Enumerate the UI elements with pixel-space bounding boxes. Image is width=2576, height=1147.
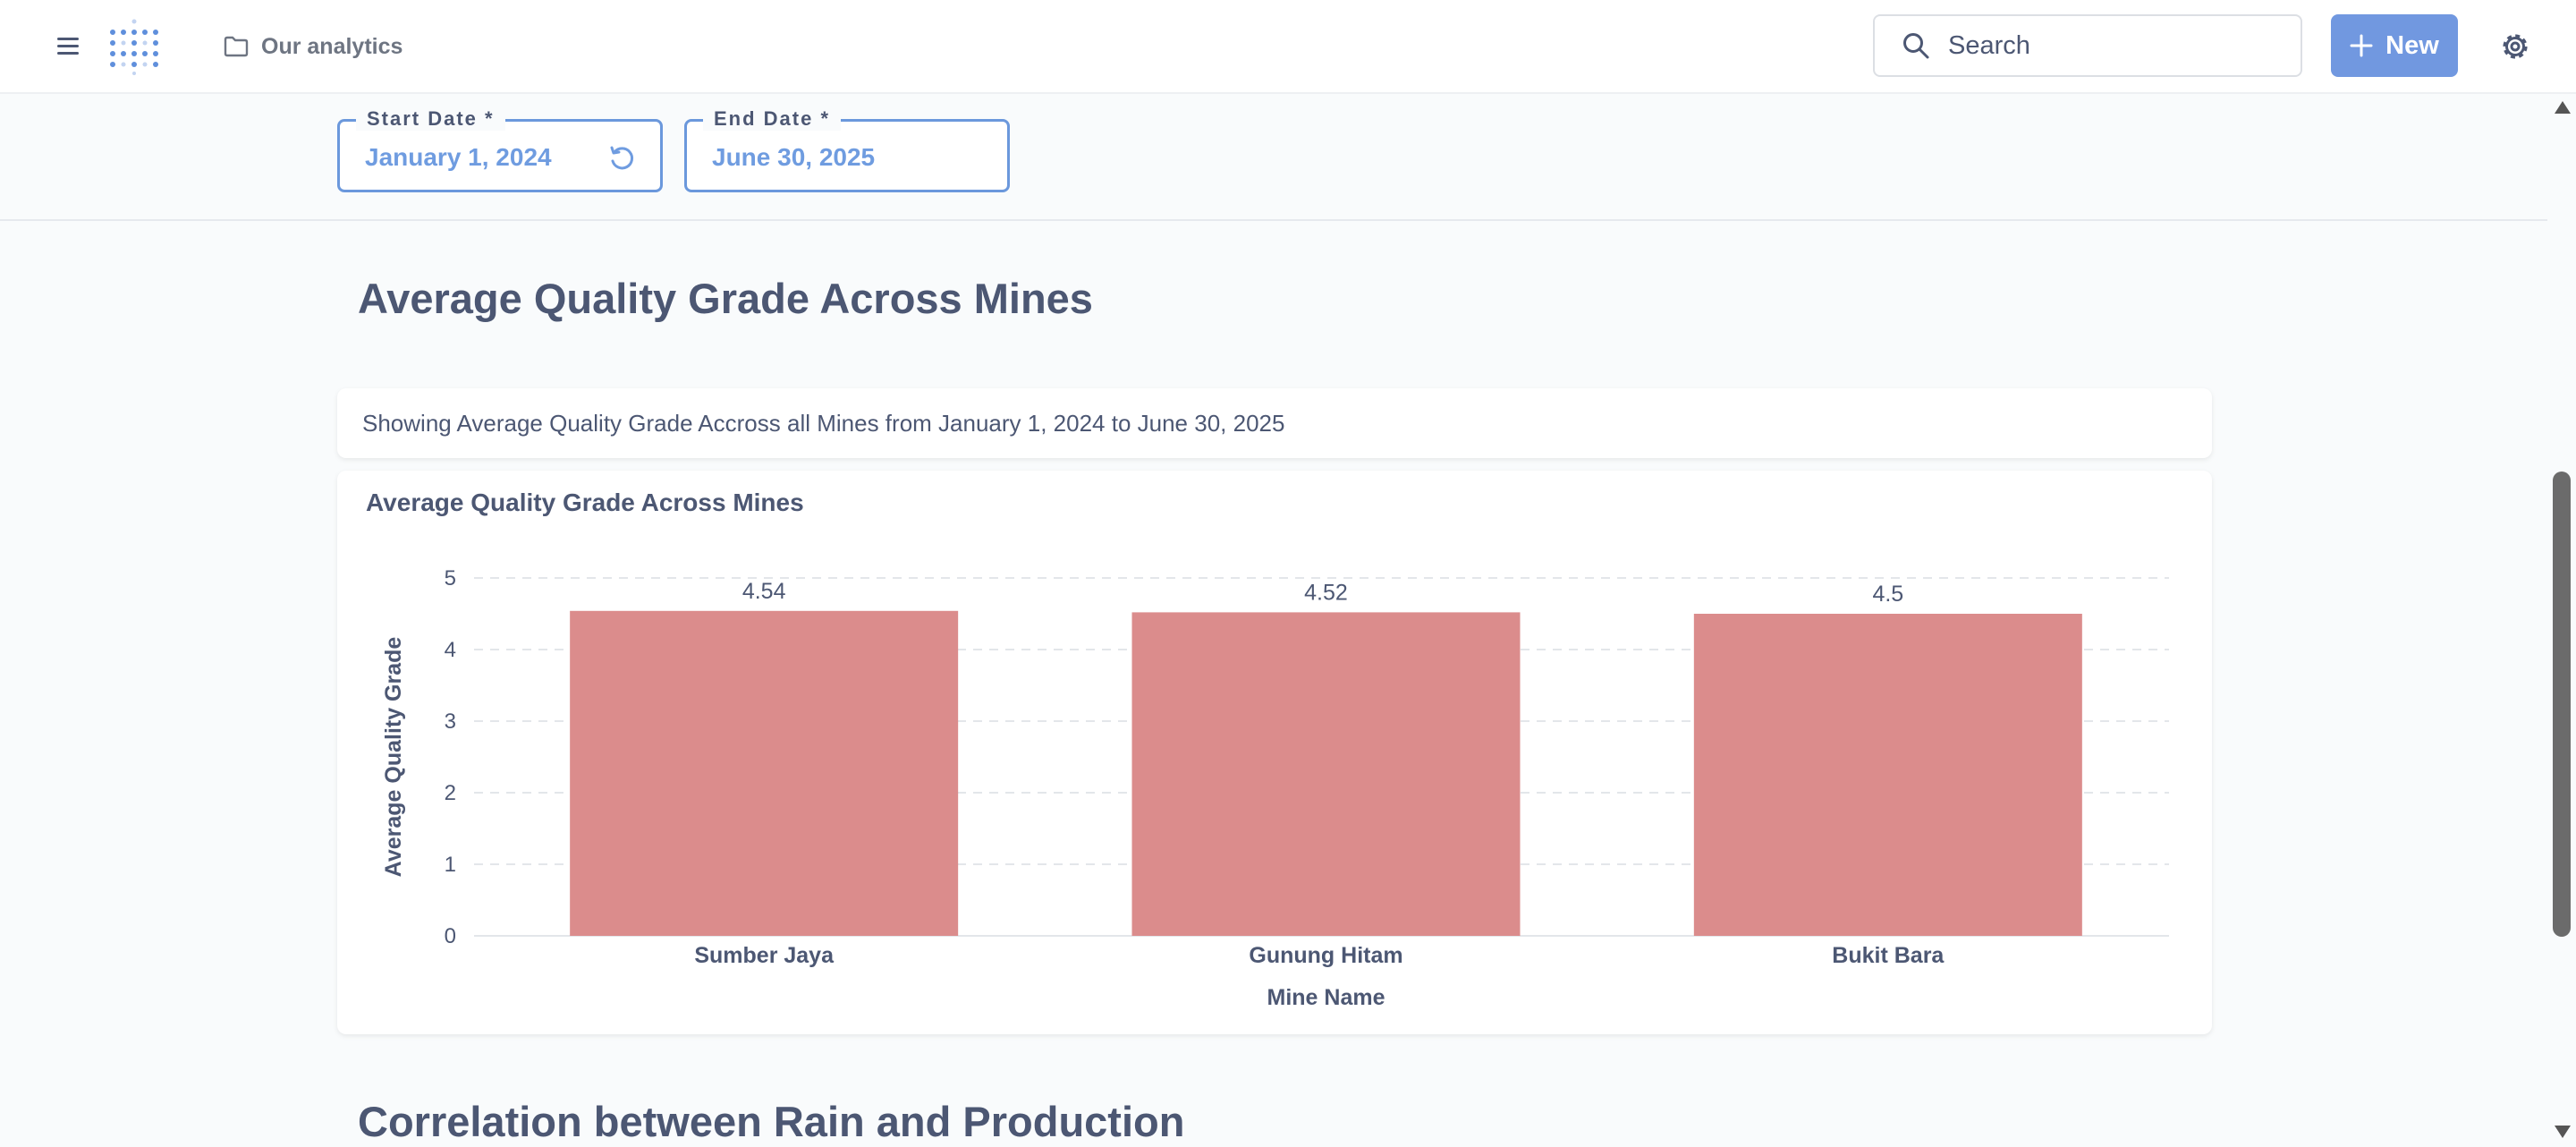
new-button[interactable]: New xyxy=(2331,14,2458,77)
plus-icon xyxy=(2350,34,2373,57)
data-label: 4.52 xyxy=(1304,580,1348,605)
gear-icon[interactable] xyxy=(2497,29,2533,64)
y-tick-label: 0 xyxy=(445,924,456,948)
new-button-label: New xyxy=(2385,30,2439,60)
search-placeholder: Search xyxy=(1948,30,2030,60)
end-date-value: June 30, 2025 xyxy=(712,143,876,171)
collection-label: Our analytics xyxy=(261,33,403,59)
bar xyxy=(570,610,959,936)
search-input[interactable]: Search xyxy=(1873,14,2302,77)
bar xyxy=(1693,614,2082,936)
reset-icon[interactable] xyxy=(606,143,637,174)
text-card: Showing Average Quality Grade Accross al… xyxy=(337,388,2212,458)
logo-icon[interactable] xyxy=(106,18,163,75)
data-label: 4.5 xyxy=(1872,582,1903,607)
end-date-filter[interactable]: End Date * June 30, 2025 xyxy=(684,107,1010,192)
filter-bar: Start Date * January 1, 2024 End Date * … xyxy=(0,96,2547,221)
end-date-label: End Date * xyxy=(703,107,842,131)
next-section-title: Correlation between Rain and Production xyxy=(358,1098,1185,1145)
bar-chart: 0 1 2 3 4 5 4.54 Sumber Jaya 4.52 Gunung Hitam 4.5… xyxy=(381,566,2169,1010)
chart-card[interactable]: Average Quality Grade Across Mines 01234… xyxy=(337,471,2212,1034)
bar xyxy=(1131,612,1521,936)
scrollbar[interactable] xyxy=(2547,96,2576,1147)
search-icon xyxy=(1903,33,1929,59)
start-date-filter[interactable]: Start Date * January 1, 2024 xyxy=(337,107,663,192)
y-tick-label: 2 xyxy=(445,781,456,805)
folder-icon xyxy=(224,36,249,57)
text-card-content: Showing Average Quality Grade Accross al… xyxy=(362,410,1285,437)
y-axis-title: Average Quality Grade xyxy=(381,637,406,878)
y-tick-label: 4 xyxy=(445,638,456,662)
start-date-value: January 1, 2024 xyxy=(365,143,552,171)
x-axis-title: Mine Name xyxy=(1267,985,1385,1010)
scroll-up-arrow-icon[interactable] xyxy=(2555,101,2571,114)
start-date-label: Start Date * xyxy=(356,107,505,131)
menu-icon[interactable] xyxy=(54,32,86,61)
y-tick-label: 5 xyxy=(445,566,456,590)
collection-breadcrumb[interactable]: Our analytics xyxy=(224,30,402,63)
y-tick-label: 1 xyxy=(445,853,456,877)
x-tick-label: Sumber Jaya xyxy=(694,943,835,968)
data-label: 4.54 xyxy=(742,579,786,604)
scroll-thumb[interactable] xyxy=(2553,472,2571,937)
x-tick-label: Gunung Hitam xyxy=(1249,943,1402,968)
scroll-down-arrow-icon[interactable] xyxy=(2555,1126,2571,1138)
x-tick-label: Bukit Bara xyxy=(1832,943,1945,968)
top-nav-bar: Our analytics Search New xyxy=(0,0,2576,94)
section-title: Average Quality Grade Across Mines xyxy=(358,275,1093,322)
y-tick-label: 3 xyxy=(445,709,456,734)
